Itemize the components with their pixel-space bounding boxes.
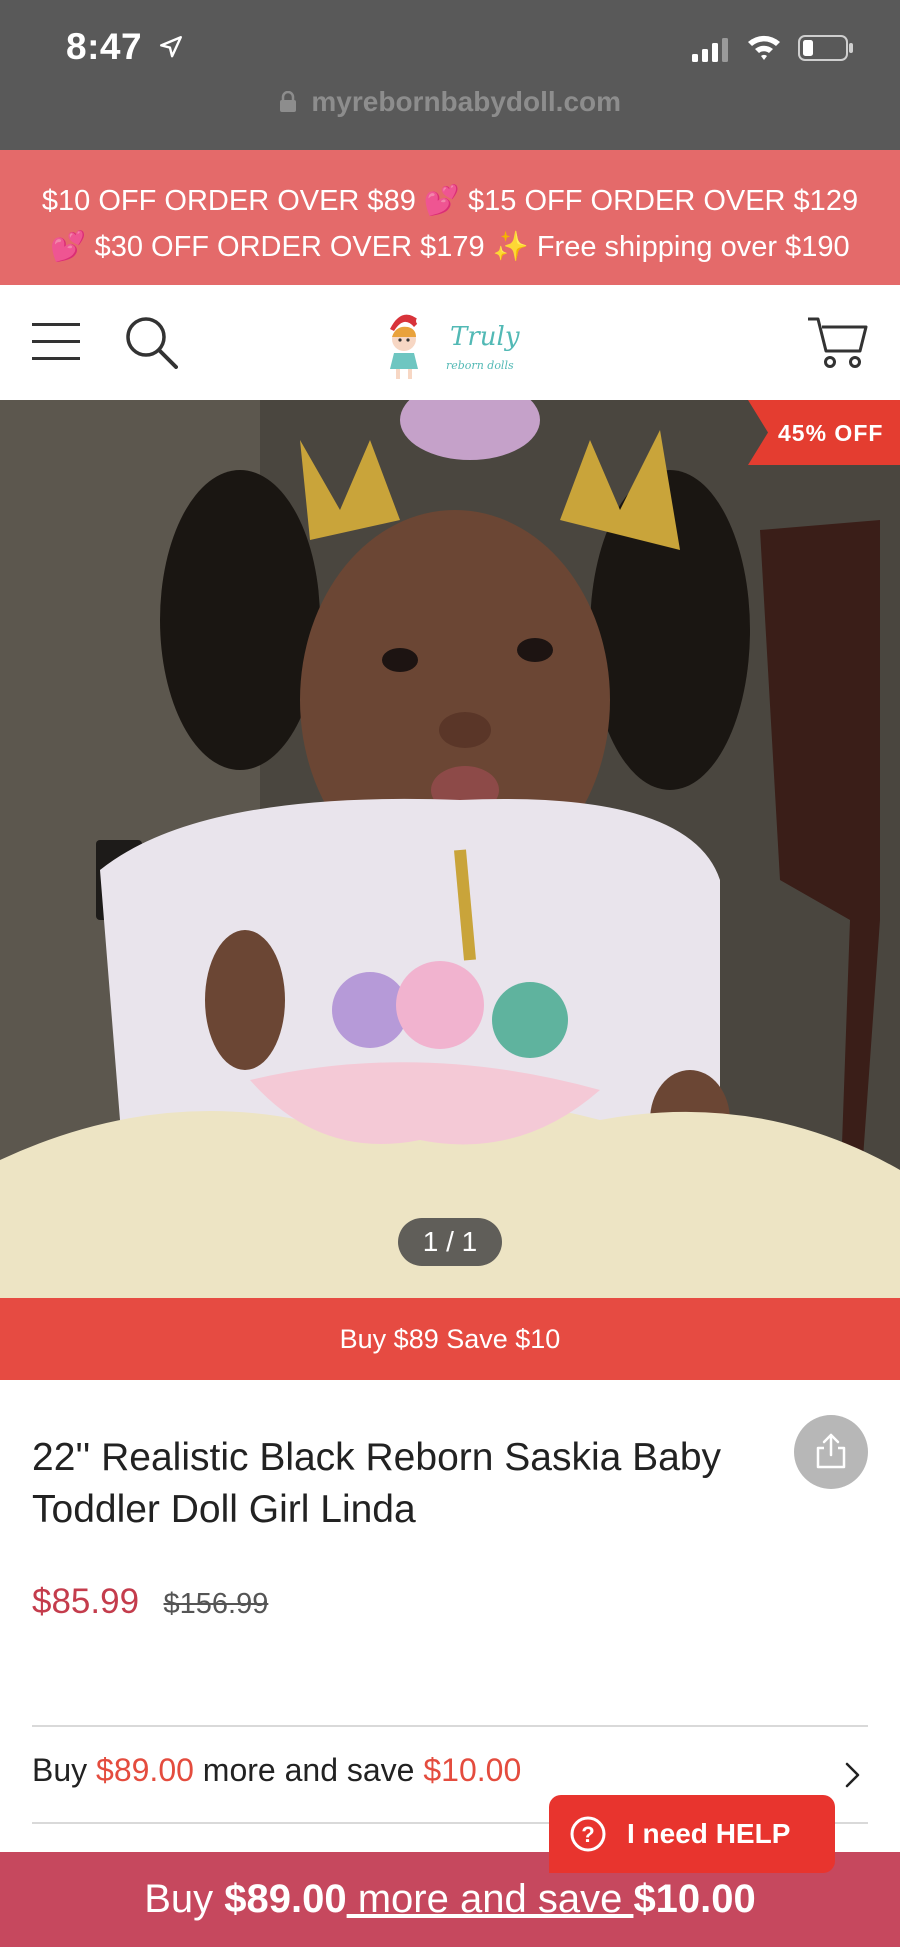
clock: 8:47 <box>66 26 143 67</box>
product-image-gallery[interactable]: 45% OFF 1 / 1 <box>0 400 900 1298</box>
product-title: 22'' Realistic Black Reborn Saskia Baby … <box>32 1436 722 1531</box>
svg-text:reborn dolls: reborn dolls <box>446 359 514 372</box>
cellular-signal-icon <box>692 38 728 62</box>
wifi-icon <box>748 35 780 60</box>
bar-middle: more and save <box>346 1877 634 1921</box>
share-icon <box>816 1433 846 1469</box>
offer-save: $10.00 <box>423 1752 522 1788</box>
help-label: I need HELP <box>627 1818 791 1849</box>
promo-banner: $10 OFF ORDER OVER $89 💕 $15 OFF ORDER O… <box>0 150 900 285</box>
address-bar[interactable]: myrebornbabydoll.com <box>0 86 900 118</box>
status-bar: 8:47 myrebornbabydoll.com <box>0 0 900 150</box>
sale-price: $85.99 <box>32 1582 140 1621</box>
offer-middle: more and save <box>193 1752 424 1788</box>
discount-badge: 45% OFF <box>748 400 900 465</box>
bar-amount: $89.00 <box>224 1877 347 1921</box>
promo-line-1: $10 OFF ORDER OVER $89 💕 $15 OFF ORDER O… <box>41 185 859 217</box>
hamburger-menu-icon[interactable] <box>32 319 80 365</box>
offer-prefix: Buy <box>32 1752 97 1788</box>
original-price: $156.99 <box>163 1588 269 1620</box>
svg-text:?: ? <box>581 1822 594 1847</box>
offer-amount: $89.00 <box>96 1752 194 1788</box>
bar-prefix: Buy <box>144 1877 225 1921</box>
cart-icon[interactable] <box>806 315 868 371</box>
url-text: myrebornbabydoll.com <box>311 86 622 117</box>
question-mark-icon: ? <box>570 1816 606 1852</box>
product-photo-doll <box>0 400 900 1298</box>
share-button[interactable] <box>794 1415 868 1489</box>
battery-icon <box>798 35 853 61</box>
image-pager: 1 / 1 <box>398 1218 502 1266</box>
site-logo[interactable]: Truly reborn dolls <box>380 303 520 385</box>
search-icon[interactable] <box>124 315 178 369</box>
divider-top <box>32 1725 868 1727</box>
bar-save: $10.00 <box>633 1877 756 1921</box>
price-row: $85.99 $156.99 <box>32 1582 268 1622</box>
help-chat-button[interactable]: ? I need HELP <box>549 1795 835 1873</box>
chevron-right-icon[interactable] <box>842 1760 864 1790</box>
location-arrow-icon <box>160 36 182 58</box>
bundle-offer-row[interactable]: Buy $89.00 more and save $10.00 <box>32 1752 521 1789</box>
svg-text:Truly: Truly <box>450 322 520 352</box>
lock-icon <box>279 91 296 112</box>
promo-line-2: 💕 $30 OFF ORDER OVER $179 ✨ Free shippin… <box>50 231 850 263</box>
site-header: Truly reborn dolls <box>0 285 900 400</box>
save-strip[interactable]: Buy $89 Save $10 <box>0 1298 900 1380</box>
